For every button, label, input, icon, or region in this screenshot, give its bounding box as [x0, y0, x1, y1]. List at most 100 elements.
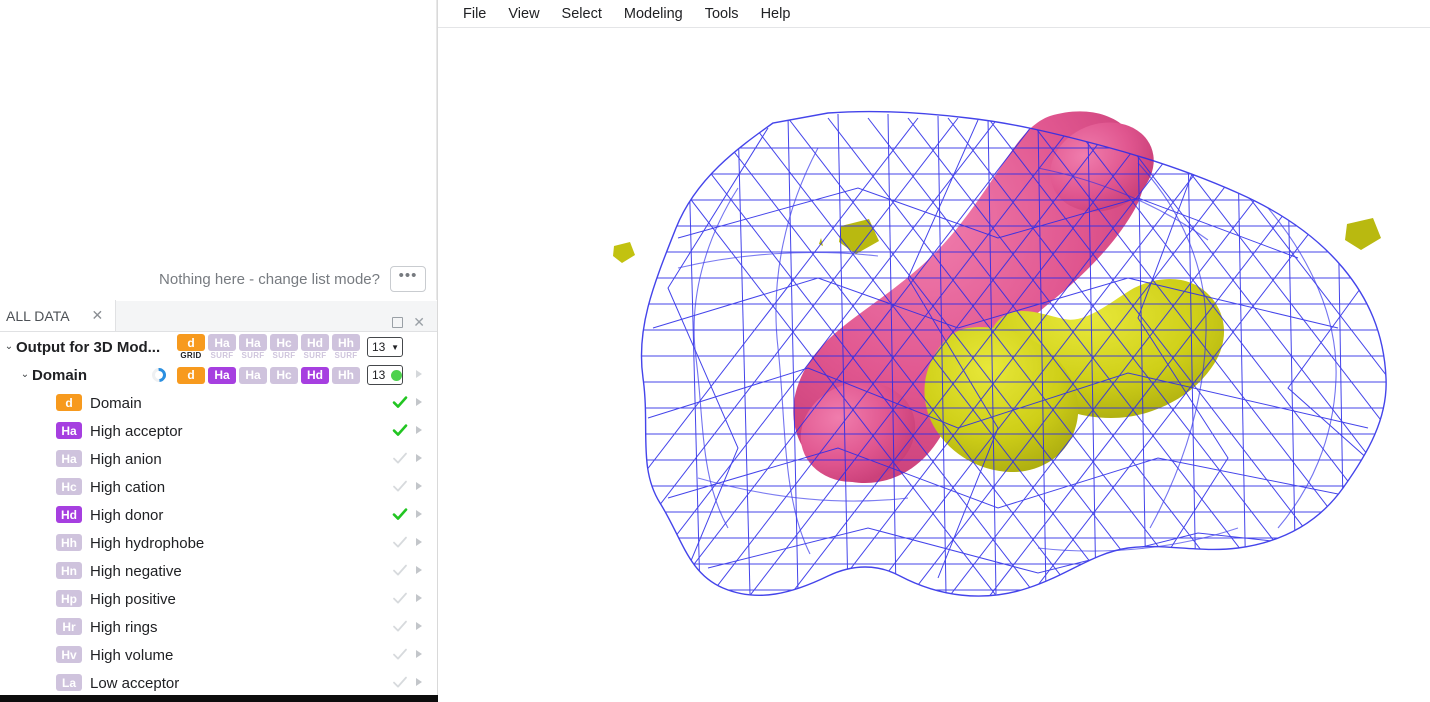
tab-close-icon[interactable]: ✕	[92, 307, 104, 324]
item-badge-hd[interactable]: Hd	[56, 506, 82, 523]
expand-arrow-icon[interactable]	[416, 370, 422, 378]
expand-arrow-icon[interactable]	[416, 510, 422, 518]
menu-item-file[interactable]: File	[452, 2, 497, 26]
item-badge-ha[interactable]: Ha	[56, 422, 82, 439]
tree-item-row[interactable]: Ha High acceptor	[0, 417, 437, 445]
badge-code: d	[177, 334, 205, 351]
item-badge-hc[interactable]: Hc	[56, 478, 82, 495]
visibility-checkmark-icon[interactable]	[392, 449, 408, 467]
item-label: High anion	[90, 451, 162, 468]
item-label: High cation	[90, 479, 165, 496]
expand-arrow-icon[interactable]	[416, 594, 422, 602]
expand-arrow-icon[interactable]	[416, 566, 422, 574]
expand-arrow-icon[interactable]	[416, 454, 422, 462]
data-tree: ⌄Output for 3D Mod...dGRIDHaSURFHaSURFHc…	[0, 333, 437, 702]
item-label: High volume	[90, 647, 173, 664]
tree-item-row[interactable]: dDomain	[0, 389, 437, 417]
visibility-checkmark-icon[interactable]	[392, 393, 408, 411]
expand-arrow-icon[interactable]	[416, 426, 422, 434]
tab-label: ALL DATA	[6, 308, 70, 324]
tree-item-row[interactable]: Ha High anion	[0, 445, 437, 473]
item-badge-hp[interactable]: Hp	[56, 590, 82, 607]
item-label: High acceptor	[90, 423, 183, 440]
tree-item-row[interactable]: HhHigh hydrophobe	[0, 529, 437, 557]
tree-item-row[interactable]: Hv High volume	[0, 641, 437, 669]
item-label: High positive	[90, 591, 176, 608]
maximize-icon[interactable]	[392, 317, 403, 328]
tree-item-row[interactable]: HdHigh donor	[0, 501, 437, 529]
quantity-value: 13	[372, 368, 385, 382]
badge-code: Hh	[332, 367, 360, 384]
badge-hd[interactable]: Hd	[301, 367, 329, 384]
expand-arrow-icon[interactable]	[416, 482, 422, 490]
badge-ha[interactable]: Ha	[208, 367, 236, 384]
visibility-checkmark-icon[interactable]	[392, 617, 408, 635]
chevron-down-icon[interactable]: ⌄	[18, 369, 32, 380]
visibility-checkmark-icon[interactable]	[392, 533, 408, 551]
badge-d[interactable]: dGRID	[177, 334, 205, 360]
quantity-select[interactable]: 13 ▼	[367, 337, 403, 357]
badge-code: Ha	[239, 334, 267, 351]
tree-item-row[interactable]: HnHigh negative	[0, 557, 437, 585]
badge-d[interactable]: d	[177, 367, 205, 384]
tree-group-row[interactable]: ⌄DomaindHaHaHcHdHh13▼	[0, 361, 437, 389]
item-badge-hn[interactable]: Hn	[56, 562, 82, 579]
badge-code: d	[177, 367, 205, 384]
menubar: FileViewSelectModelingToolsHelp	[438, 0, 1430, 28]
tree-item-row[interactable]: Hp High positive	[0, 585, 437, 613]
item-badge-ha[interactable]: Ha	[56, 450, 82, 467]
tree-item-row[interactable]: HrHigh rings	[0, 613, 437, 641]
expand-arrow-icon[interactable]	[416, 650, 422, 658]
item-badge-hh[interactable]: Hh	[56, 534, 82, 551]
badge-hh[interactable]: HhSURF	[332, 334, 360, 360]
badge-hh[interactable]: Hh	[332, 367, 360, 384]
visibility-checkmark-icon[interactable]	[392, 561, 408, 579]
badge-ha[interactable]: HaSURF	[239, 334, 267, 360]
badge-code: Ha	[239, 367, 267, 384]
visibility-checkmark-icon[interactable]	[392, 505, 408, 523]
badge-code: Hc	[270, 367, 298, 384]
item-badge-hr[interactable]: Hr	[56, 618, 82, 635]
close-icon[interactable]: ✕	[413, 315, 425, 329]
expand-arrow-icon[interactable]	[416, 622, 422, 630]
tab-all-data[interactable]: ALL DATA ✕	[0, 300, 116, 331]
item-badge-d[interactable]: d	[56, 394, 82, 411]
menu-item-modeling[interactable]: Modeling	[613, 2, 694, 26]
right-pane: FileViewSelectModelingToolsHelp	[438, 0, 1430, 702]
visibility-checkmark-icon[interactable]	[392, 477, 408, 495]
badge-sublabel: SURF	[273, 351, 296, 360]
empty-list-message: Nothing here - change list mode?	[159, 271, 380, 288]
quantity-value: 13	[372, 340, 385, 354]
menu-item-tools[interactable]: Tools	[694, 2, 750, 26]
item-badge-la[interactable]: La	[56, 674, 82, 691]
item-badge-hv[interactable]: Hv	[56, 646, 82, 663]
empty-list-row: Nothing here - change list mode? •••	[159, 266, 426, 292]
visibility-checkmark-icon[interactable]	[392, 673, 408, 691]
chevron-down-icon[interactable]: ⌄	[2, 341, 16, 352]
tree-group-label: Output for 3D Mod...	[16, 339, 160, 356]
status-indicator-dot	[391, 370, 402, 381]
expand-arrow-icon[interactable]	[416, 398, 422, 406]
badge-code: Ha	[208, 367, 236, 384]
3d-viewport[interactable]	[438, 28, 1430, 702]
visibility-checkmark-icon[interactable]	[392, 421, 408, 439]
badge-hd[interactable]: HdSURF	[301, 334, 329, 360]
menu-item-help[interactable]: Help	[750, 2, 802, 26]
visibility-checkmark-icon[interactable]	[392, 645, 408, 663]
badge-ha[interactable]: HaSURF	[208, 334, 236, 360]
badge-hc[interactable]: HcSURF	[270, 334, 298, 360]
tree-group-row[interactable]: ⌄Output for 3D Mod...dGRIDHaSURFHaSURFHc…	[0, 333, 437, 361]
expand-arrow-icon[interactable]	[416, 678, 422, 686]
bottom-strip	[0, 695, 438, 702]
tree-item-row[interactable]: Hc High cation	[0, 473, 437, 501]
badge-hc[interactable]: Hc	[270, 367, 298, 384]
left-panel: Nothing here - change list mode? ••• ALL…	[0, 0, 438, 702]
list-mode-button[interactable]: •••	[390, 266, 426, 292]
badge-ha[interactable]: Ha	[239, 367, 267, 384]
menu-item-select[interactable]: Select	[551, 2, 613, 26]
visibility-checkmark-icon[interactable]	[392, 589, 408, 607]
menu-item-view[interactable]: View	[497, 2, 550, 26]
tree-item-row[interactable]: LaLow acceptor	[0, 669, 437, 697]
expand-arrow-icon[interactable]	[416, 538, 422, 546]
chevron-down-icon: ▼	[391, 343, 399, 352]
